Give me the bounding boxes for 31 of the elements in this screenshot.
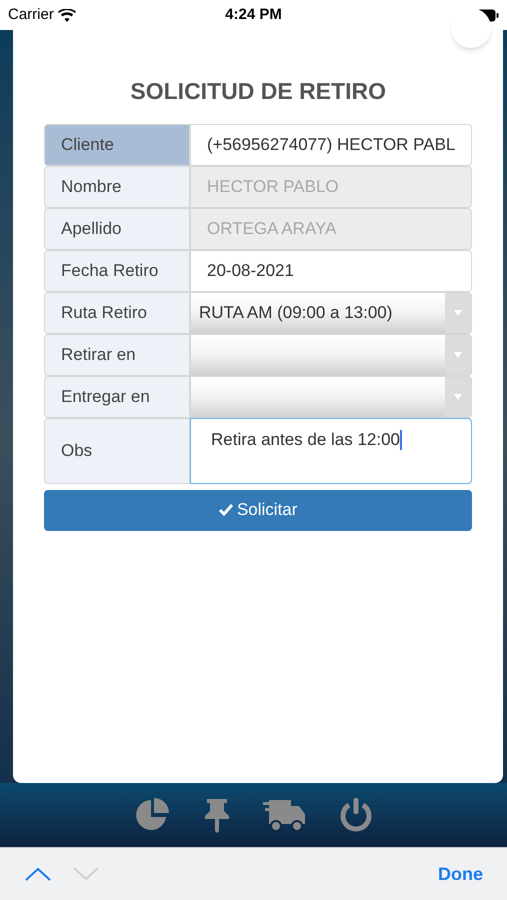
clock-label: 4:24 PM (225, 4, 282, 25)
caret-icon (454, 352, 462, 358)
done-button[interactable]: Done (438, 860, 483, 888)
field-label: Apellido (44, 208, 190, 250)
dropdown-field[interactable] (190, 376, 472, 418)
power-icon[interactable] (338, 797, 372, 833)
field-label: Entregar en (44, 376, 190, 418)
dropdown-field[interactable] (190, 334, 472, 376)
check-icon (218, 504, 233, 516)
pie-chart-icon[interactable] (134, 797, 170, 833)
pushpin-icon[interactable] (202, 797, 230, 833)
field-label: Nombre (44, 166, 190, 208)
field-label: Cliente (44, 124, 190, 166)
dialog-title: SOLICITUD DE RETIRO (129, 77, 387, 106)
field-label: Fecha Retiro (44, 250, 190, 292)
wifi-icon (58, 8, 76, 22)
text-area[interactable]: Retira antes de las 12:00 (190, 418, 472, 484)
carrier-label: Carrier (8, 4, 54, 25)
field-label: Obs (44, 418, 190, 484)
text-field[interactable]: (+56956274077) HECTOR PABL (190, 124, 472, 166)
dropdown-field[interactable]: RUTA AM (09:00 a 13:00) (190, 292, 472, 334)
chevron-down-icon (73, 867, 99, 881)
caret-icon (454, 310, 462, 316)
caret-icon (454, 394, 462, 400)
chevron-up-icon (25, 867, 51, 881)
submit-button[interactable]: Solicitar (44, 490, 472, 530)
text-field[interactable]: 20-08-2021 (190, 250, 472, 292)
truck-icon[interactable] (262, 798, 306, 832)
field-label: Ruta Retiro (44, 292, 190, 334)
close-button[interactable] (451, 8, 492, 48)
field-label: Retirar en (44, 334, 190, 376)
